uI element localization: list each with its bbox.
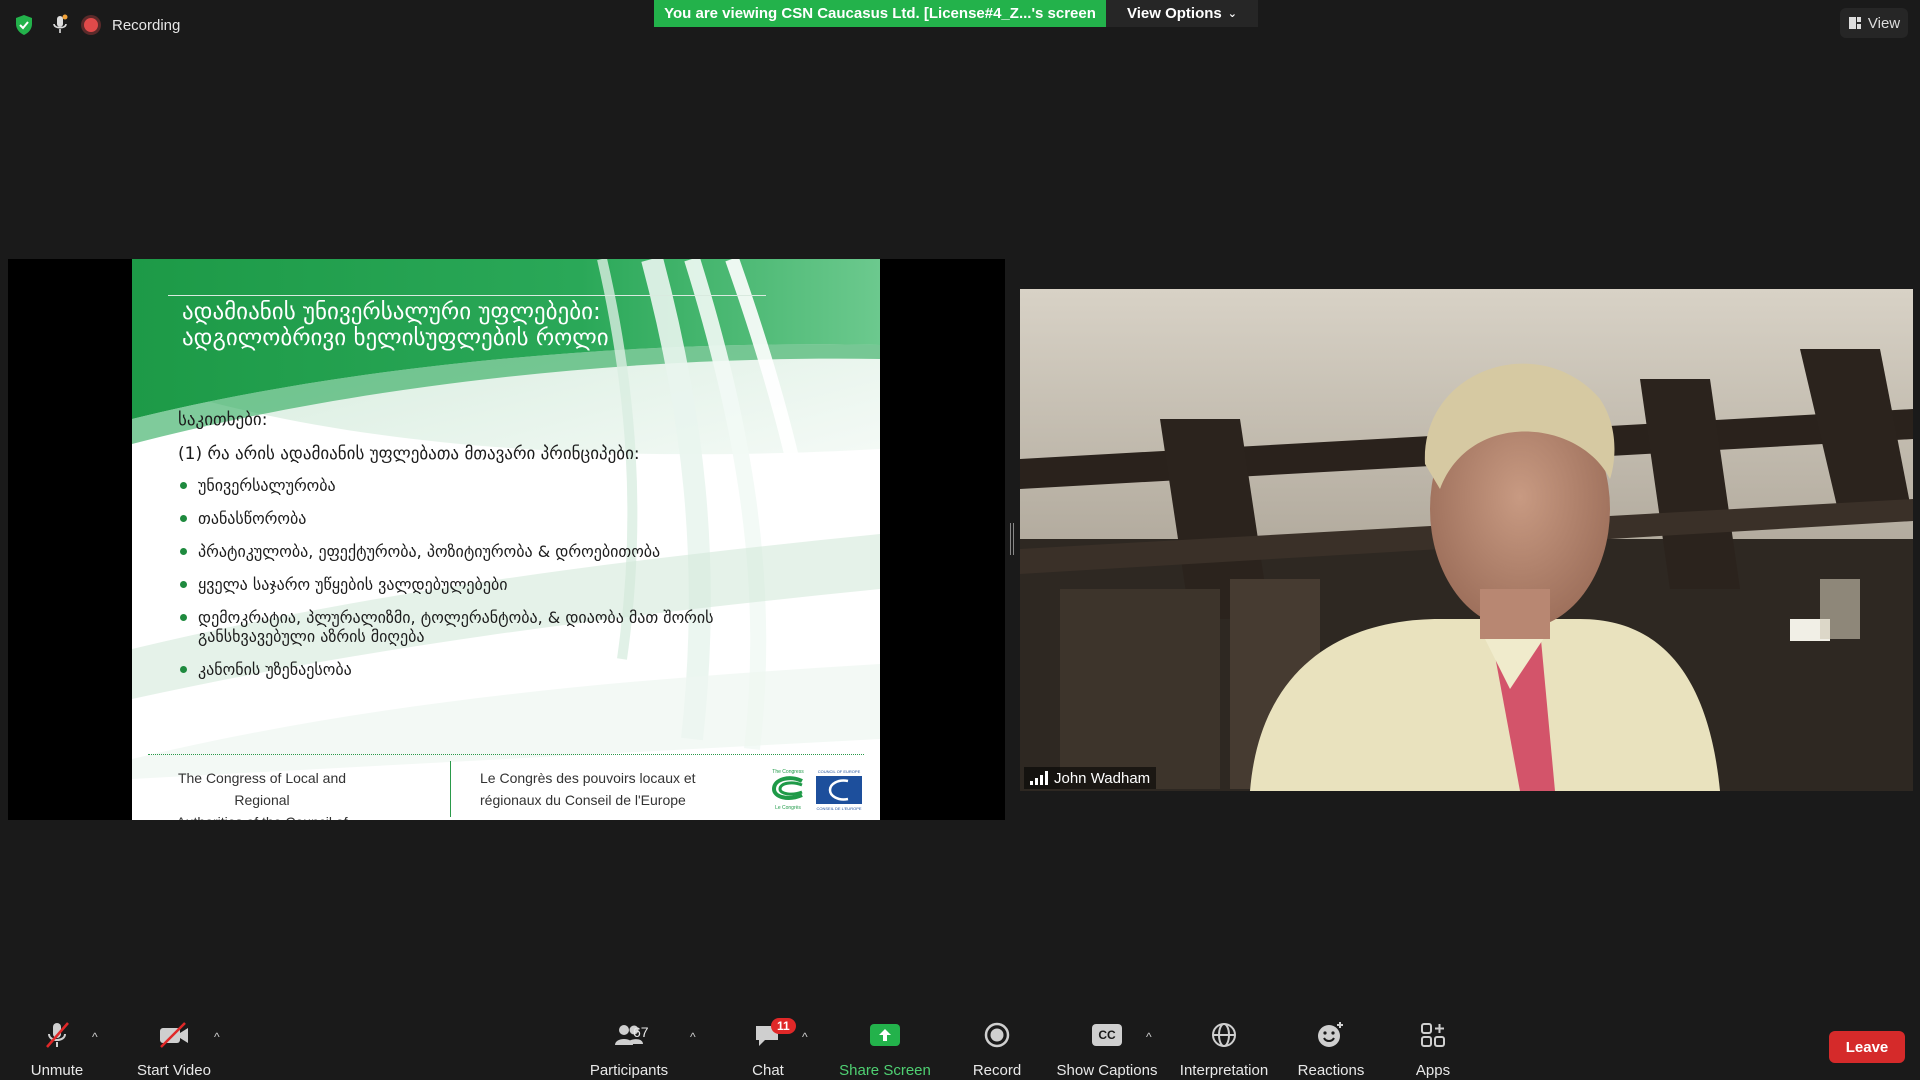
svg-text:The Congress: The Congress [772,769,804,775]
council-of-europe-logo-icon: COUNCIL OF EUROPE CONSEIL DE L'EUROPE [816,769,862,811]
congress-logo-icon: The Congress Le Congrès [771,769,804,811]
view-layout-icon [1848,17,1861,29]
chat-button[interactable]: 11 Chat [740,1000,796,1080]
recording-label: Recording [112,16,181,34]
participants-count: 67 [633,1024,649,1040]
footer-english: The Congress of Local and Regional Autho… [176,770,347,820]
list-item: პრატიკულობა, ეფექტურობა, პოზიტიურობა & დ… [178,542,778,561]
participant-name-label: John Wadham [1024,767,1157,789]
list-item: კანონის უზენაესობა [178,660,778,679]
leave-button[interactable]: Leave [1829,1031,1905,1063]
bullet-icon [180,614,187,621]
chat-options-caret[interactable]: ^ [802,1030,808,1044]
start-video-button[interactable]: Start Video [132,1000,216,1080]
participant-video-tile[interactable]: John Wadham [1020,289,1913,791]
list-item: უნივერსალურობა [178,476,778,495]
chevron-down-icon: ⌄ [1227,8,1237,20]
view-button[interactable]: View [1840,8,1908,38]
bullet-icon [180,581,187,588]
shared-screen[interactable]: ადამიანის უნივერსალური უფლებები: ადგილობ… [8,259,1005,820]
unmute-button[interactable]: Unmute [22,1000,92,1080]
participants-options-caret[interactable]: ^ [690,1030,696,1044]
svg-text:CONSEIL DE L'EUROPE: CONSEIL DE L'EUROPE [816,806,861,811]
list-item: ყველა საჯარო უწყების ვალდებულებები [178,575,778,594]
top-left-status: Recording [12,10,180,40]
show-captions-button[interactable]: CC Show Captions [1054,1000,1160,1080]
participant-video-feed [1020,289,1913,791]
recording-dot-icon [84,18,98,32]
view-options-label: View Options [1127,5,1222,22]
record-button[interactable]: Record [964,1000,1030,1080]
bullet-icon [180,515,187,522]
meeting-toolbar: Unmute ^ Start Video ^ 67 Participants ^ [0,1000,1920,1080]
shield-icon[interactable] [12,13,36,37]
list-item: თანასწორობა [178,509,778,528]
apps-icon [1421,1023,1445,1047]
apps-button[interactable]: Apps [1408,1000,1458,1080]
bullet-icon [180,482,187,489]
presentation-slide: ადამიანის უნივერსალური უფლებები: ადგილობ… [132,259,880,820]
reactions-button[interactable]: Reactions [1294,1000,1368,1080]
footer-rule [148,754,864,755]
video-off-icon [160,1022,188,1048]
title-rule [168,295,766,296]
reactions-icon [1318,1022,1343,1047]
unmute-options-caret[interactable]: ^ [92,1030,98,1044]
mic-status-icon[interactable] [50,13,70,37]
viewing-banner: You are viewing CSN Caucasus Ltd. [Licen… [654,0,1106,27]
captions-options-caret[interactable]: ^ [1146,1030,1152,1044]
globe-icon [1212,1023,1236,1047]
slide-title-line-2: ადგილობრივი ხელისუფლების როლი [182,325,609,351]
share-screen-button[interactable]: Share Screen [836,1000,934,1080]
closed-captions-icon: CC [1092,1024,1122,1046]
interpretation-button[interactable]: Interpretation [1174,1000,1274,1080]
slide-question: (1) რა არის ადამიანის უფლებათა მთავარი პ… [178,444,640,464]
share-screen-icon [870,1024,900,1046]
panel-splitter-handle[interactable] [1010,523,1014,555]
view-label: View [1867,14,1901,32]
video-options-caret[interactable]: ^ [214,1030,220,1044]
footer-french: Le Congrès des pouvoirs locaux et région… [480,770,696,808]
slide-title-line-1: ადამიანის უნივერსალური უფლებები: [182,299,601,325]
list-item: დემოკრატია, პლურალიზმი, ტოლერანტობა, & დ… [178,608,778,646]
bullet-icon [180,666,187,673]
record-icon [984,1022,1010,1048]
svg-text:Le Congrès: Le Congrès [775,805,801,811]
signal-strength-icon [1030,771,1048,785]
bullet-icon [180,548,187,555]
participants-button[interactable]: 67 Participants [586,1000,672,1080]
svg-text:COUNCIL OF EUROPE: COUNCIL OF EUROPE [818,769,861,774]
mic-muted-icon [46,1022,69,1048]
slide-subtitle: საკითხები: [178,410,268,430]
view-options-button[interactable]: View Options ⌄ [1106,0,1258,27]
slide-title: ადამიანის უნივერსალური უფლებები: ადგილობ… [182,299,742,351]
slide-bullet-list: უნივერსალურობა თანასწორობა პრატიკულობა, … [178,476,778,693]
chat-unread-badge: 11 [771,1018,796,1034]
footer-divider [450,761,451,817]
